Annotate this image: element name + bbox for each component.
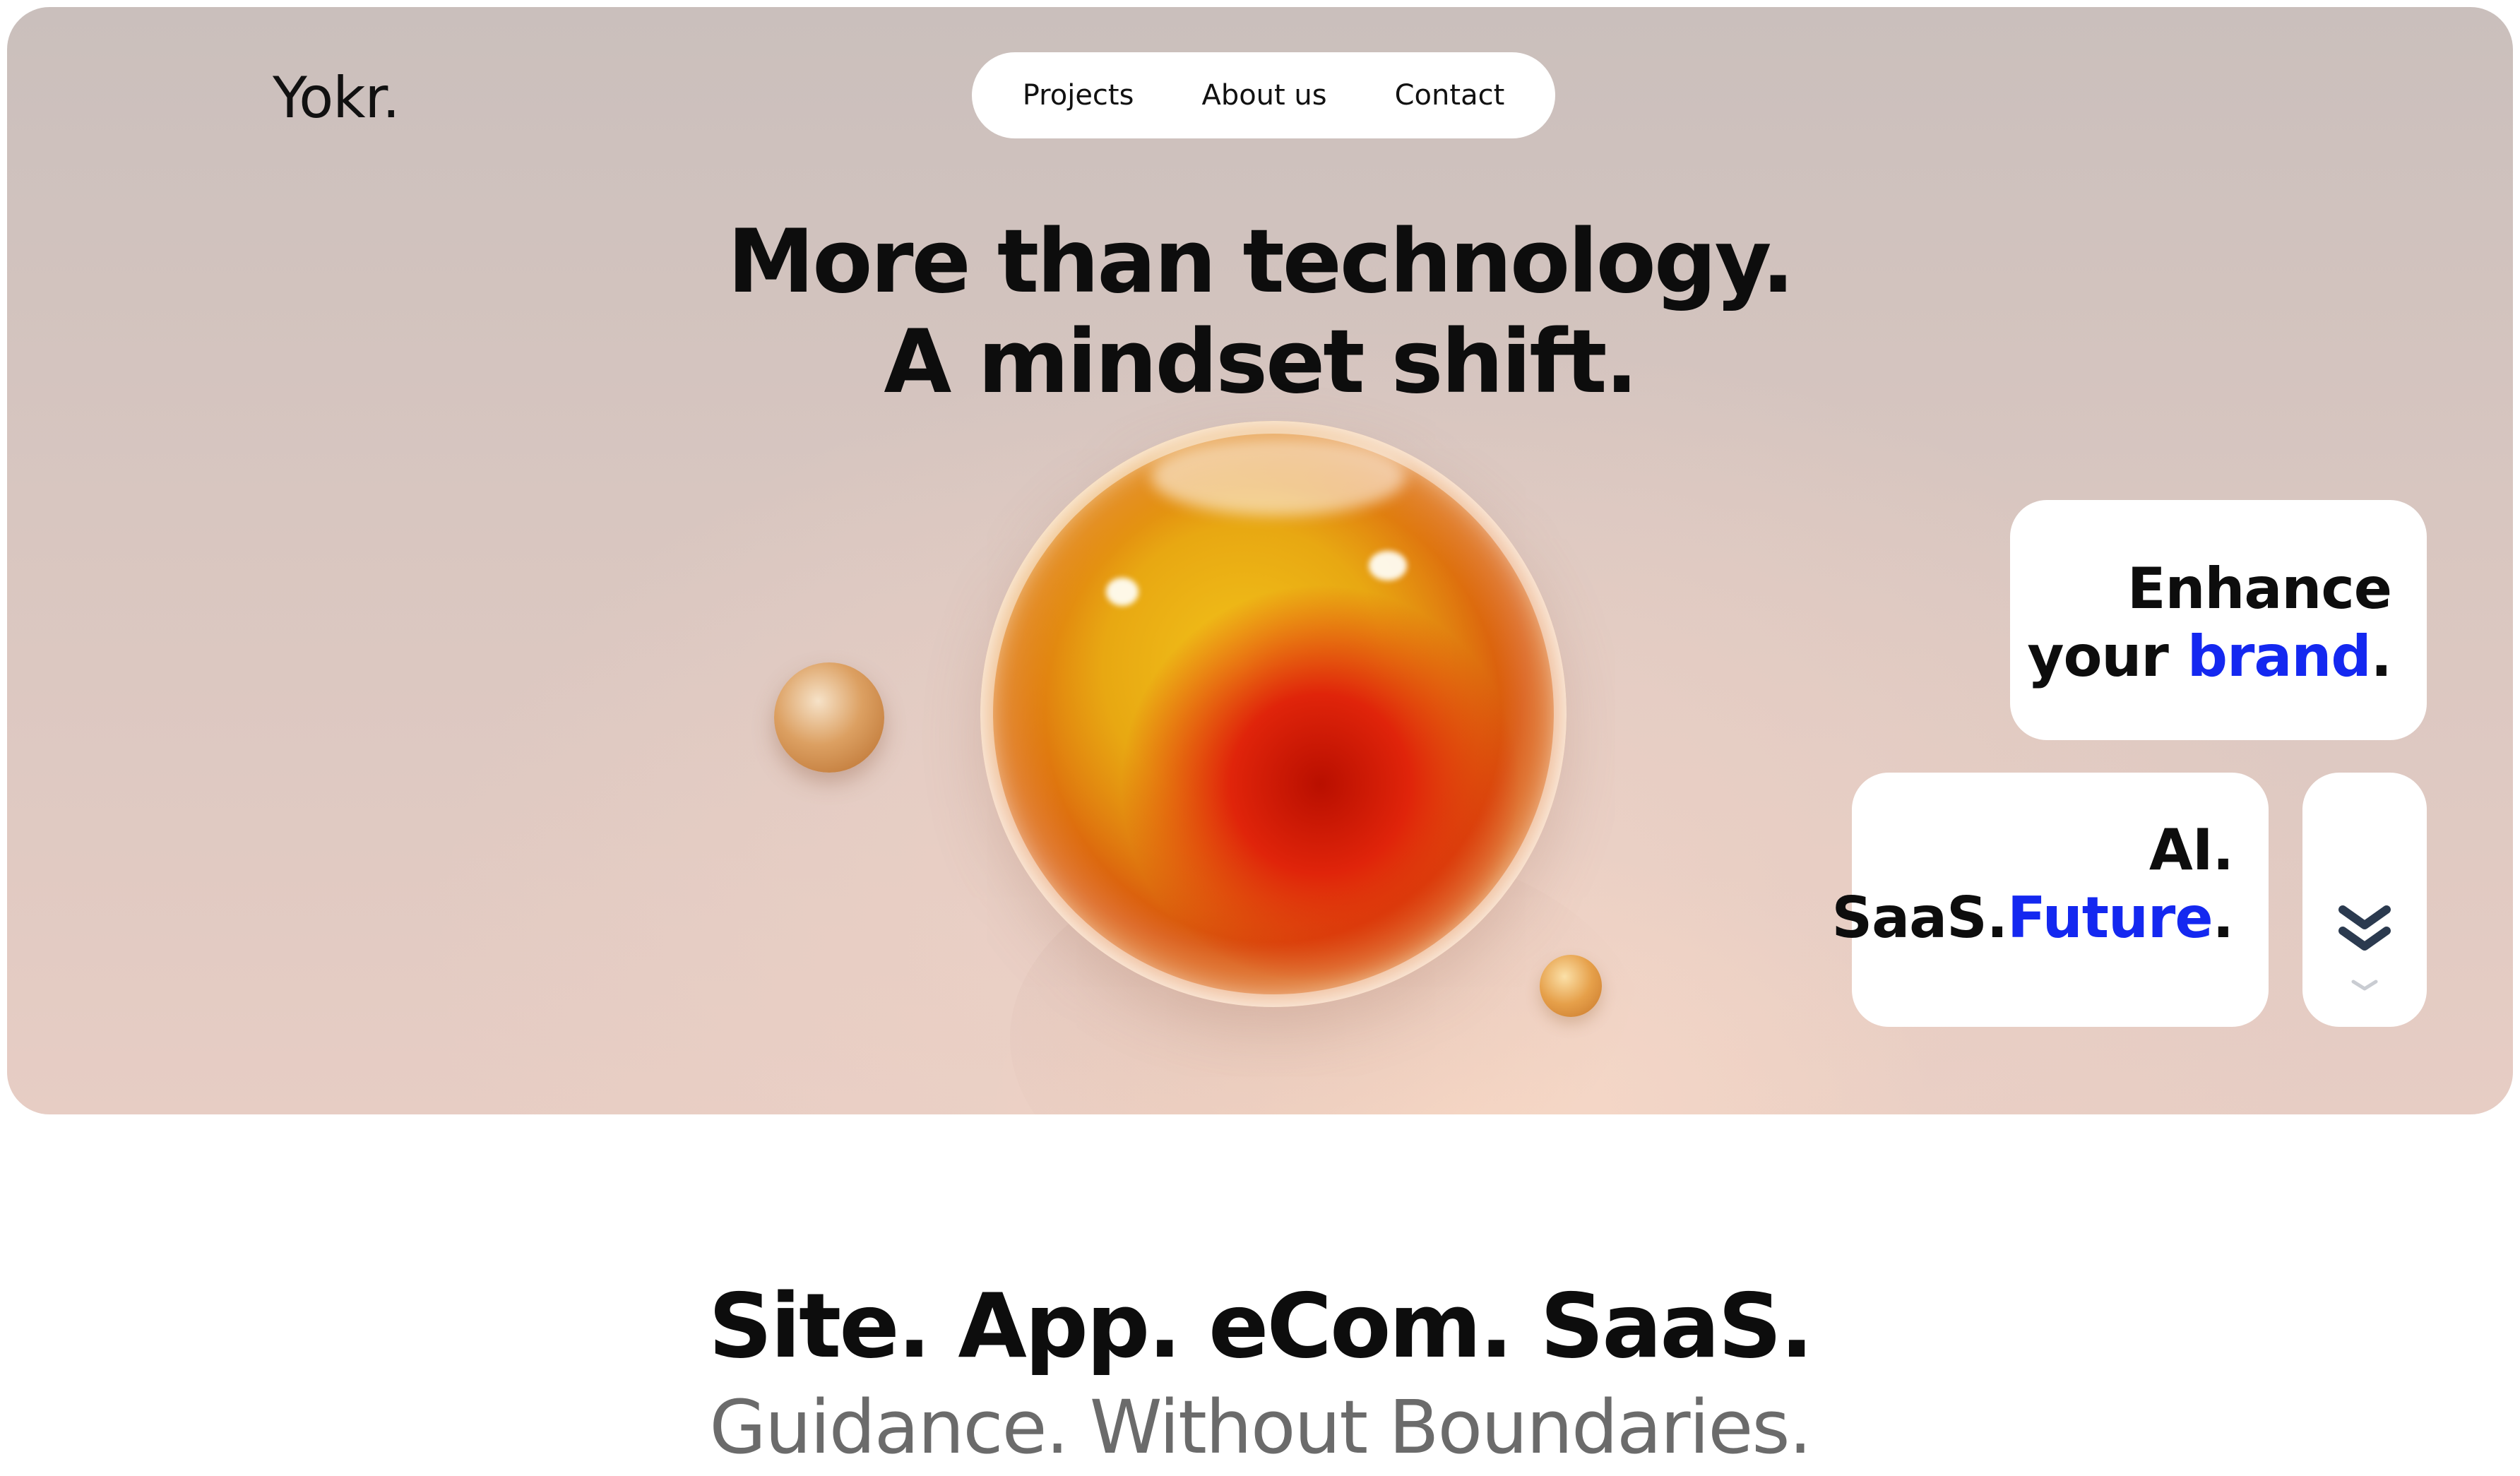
enhance-line: Enhance (2127, 556, 2392, 621)
nav-link-projects[interactable]: Projects (1023, 79, 1134, 112)
double-chevron-down-icon (2338, 905, 2391, 951)
enhance-brand-text: Enhance your brand. (2027, 555, 2392, 691)
nav-link-contact[interactable]: Contact (1395, 79, 1505, 112)
headline-line-2: A mindset shift. (884, 311, 1638, 413)
logo[interactable]: Yokr. (273, 65, 400, 131)
ai-line: AI. (2148, 817, 2234, 883)
hero-headline: More than technology. A mindset shift. (7, 212, 2513, 412)
brand-suffix: . (2370, 624, 2392, 689)
small-orb-right (1540, 955, 1602, 1017)
orb-glint-3 (1151, 438, 1405, 516)
enhance-brand-card[interactable]: Enhance your brand. (2010, 500, 2427, 740)
brand-prefix: your (2027, 624, 2187, 689)
services-subtitle: Guidance. Without Boundaries. (709, 1384, 1812, 1470)
future-suffix: . (2212, 885, 2234, 951)
future-accent: Future (2007, 885, 2213, 951)
brand-accent: brand (2187, 624, 2372, 689)
ai-saas-future-text: AI. SaaS.Future. (1831, 816, 2234, 952)
nav-link-about-us[interactable]: About us (1201, 79, 1326, 112)
orb-glint-1 (1106, 578, 1139, 606)
small-orb-left (774, 662, 884, 773)
scroll-down-button[interactable] (2302, 773, 2427, 1027)
faint-chevron-icon (2351, 980, 2378, 991)
hero-section: Yokr. Projects About us Contact More tha… (7, 7, 2513, 1114)
services-title: Site. App. eCom. SaaS. (708, 1274, 1814, 1378)
orb-glint-2 (1369, 551, 1407, 581)
ai-saas-future-card[interactable]: AI. SaaS.Future. (1831, 773, 2269, 1027)
headline-line-1: More than technology. (727, 211, 1795, 313)
saas-prefix: SaaS. (1831, 885, 2008, 951)
top-nav: Projects About us Contact (972, 52, 1555, 138)
